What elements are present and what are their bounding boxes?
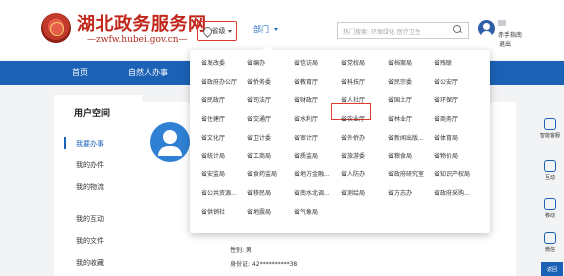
dept-menu-item[interactable]: 省体育局 xyxy=(434,133,458,142)
dept-menu-item[interactable]: 省工商局 xyxy=(247,151,271,160)
user-name-redacted xyxy=(498,20,506,26)
wechat-icon xyxy=(544,232,556,244)
dept-menu-item[interactable]: 省供销社 xyxy=(201,207,225,216)
dept-menu-item[interactable]: 省民政厅 xyxy=(201,95,225,104)
dept-menu-item[interactable]: 省测绘局 xyxy=(341,188,365,197)
dept-menu-item[interactable]: 省民宗委 xyxy=(388,77,412,86)
dept-menu-item[interactable]: 省统计局 xyxy=(201,151,225,160)
dept-menu-item[interactable]: 省财政厅 xyxy=(294,95,318,104)
logo-emblem-icon[interactable] xyxy=(41,13,71,43)
dept-menu-item[interactable]: 省教育厅 xyxy=(294,77,318,86)
dept-menu-item[interactable]: 省政府采购... xyxy=(434,188,470,197)
dept-menu-item[interactable]: 省信访局 xyxy=(294,58,318,67)
location-selector-button[interactable]: 省级 xyxy=(197,21,237,41)
dept-selector-button[interactable]: 部门 xyxy=(253,24,278,35)
dept-menu-item[interactable]: 省地震局 xyxy=(247,207,271,216)
dept-menu-item[interactable]: 省环保厅 xyxy=(434,95,458,104)
dept-menu-item[interactable]: 省安监局 xyxy=(201,169,225,178)
tool-mobile[interactable]: 移动 xyxy=(539,198,561,219)
dept-label: 部门 xyxy=(253,25,269,34)
profile-avatar-icon xyxy=(150,122,190,162)
dept-menu-item[interactable]: 省政府办公厅 xyxy=(201,77,237,86)
dept-menu-item[interactable]: 省食药监局 xyxy=(247,169,277,178)
dept-menu-item[interactable]: 省气象局 xyxy=(294,207,318,216)
user-guide-link[interactable]: 赤手指南 xyxy=(498,30,522,39)
dept-menu-item[interactable]: 省侨务委 xyxy=(247,77,271,86)
profile-gender: 性别: 男 xyxy=(230,247,252,254)
dept-menu-item[interactable]: 省党校局 xyxy=(341,58,365,67)
dept-menu-item[interactable]: 省水利厅 xyxy=(294,114,318,123)
dept-menu-item[interactable]: 省住建厅 xyxy=(201,114,225,123)
search-input[interactable]: 热门搜索: 环保绿化 医疗卫生 xyxy=(337,22,469,39)
dept-menu-item[interactable]: 省政府研究室 xyxy=(388,169,424,178)
dept-menu-item[interactable]: 省公共资源... xyxy=(201,188,237,197)
sidebar-title: 用户空间 xyxy=(74,109,111,119)
user-space-sidebar: 用户空间 我要办事 我的办件 我的物流 我的互动 我的文件 我的收藏 xyxy=(54,95,142,276)
dept-menu-item[interactable]: 省司法厅 xyxy=(247,95,271,104)
profile-id-number: 身份证: 42**********38 xyxy=(230,261,298,268)
sidebar-item-files[interactable]: 我的文件 xyxy=(76,236,104,246)
sidebar-item-interaction[interactable]: 我的互动 xyxy=(76,214,104,224)
dept-menu-item[interactable]: 省外侨办 xyxy=(341,133,365,142)
dept-menu-item[interactable]: 省发改委 xyxy=(201,58,225,67)
dept-menu-item[interactable]: 省地方金融... xyxy=(294,169,330,178)
tool-interaction[interactable]: 互动 xyxy=(539,160,561,181)
dept-menu-item[interactable]: 省人防办 xyxy=(341,169,365,178)
location-pin-icon xyxy=(203,27,210,36)
dept-menu-item[interactable]: 省林业厅 xyxy=(388,114,412,123)
location-label: 省级 xyxy=(211,27,226,35)
dept-menu-item[interactable]: 省文化厅 xyxy=(201,133,225,142)
dept-menu-item[interactable]: 省编办 xyxy=(247,58,265,67)
comment-icon xyxy=(544,160,556,172)
sidebar-item-logistics[interactable]: 我的物流 xyxy=(76,182,104,192)
back-to-top-button[interactable]: 返回 xyxy=(541,262,563,276)
user-avatar-icon[interactable] xyxy=(478,20,495,37)
dept-menu-item[interactable]: 省审计厅 xyxy=(294,133,318,142)
dept-menu-item[interactable]: 省残联 xyxy=(434,58,452,67)
dept-menu-item[interactable]: 省南水北调... xyxy=(294,188,330,197)
dept-menu-item[interactable]: 省科技厅 xyxy=(341,77,365,86)
dept-menu-item[interactable]: 省质监局 xyxy=(294,151,318,160)
sidebar-item-favorites[interactable]: 我的收藏 xyxy=(76,258,104,268)
dept-menu-item[interactable]: 省卫计委 xyxy=(247,133,271,142)
caret-down-icon xyxy=(227,29,232,33)
tool-wechat[interactable]: 微信 xyxy=(539,232,561,253)
nav-item-home[interactable]: 首页 xyxy=(72,67,88,78)
dept-menu-item[interactable]: 省旅游委 xyxy=(341,151,365,160)
nav-item-individual[interactable]: 自然人办事 xyxy=(128,67,168,78)
dept-menu-item[interactable]: 省商务厅 xyxy=(434,114,458,123)
dept-menu-item[interactable]: 省农业厅 xyxy=(341,114,365,123)
dept-menu-item[interactable]: 省国土厅 xyxy=(388,95,412,104)
dept-menu-item[interactable]: 省物价局 xyxy=(434,151,458,160)
sidebar-active-indicator xyxy=(64,137,66,149)
tool-smart-service[interactable]: 智能客服 xyxy=(539,118,561,139)
chat-icon xyxy=(544,118,556,130)
search-icon[interactable] xyxy=(453,25,462,34)
logout-link[interactable]: 退出 xyxy=(499,39,511,48)
dept-menu-item[interactable]: 省方志办 xyxy=(388,188,412,197)
dept-menu-item[interactable]: 省档案局 xyxy=(388,58,412,67)
dept-menu-item[interactable]: 省知识产权局 xyxy=(434,169,470,178)
caret-down-icon xyxy=(274,28,278,31)
dept-menu-item[interactable]: 省公安厅 xyxy=(434,77,458,86)
dept-menu-item[interactable]: 省交通厅 xyxy=(247,114,271,123)
dept-menu-item[interactable]: 省粮食局 xyxy=(388,151,412,160)
sidebar-item-cases[interactable]: 我的办件 xyxy=(76,160,104,170)
dept-dropdown-menu: 省发改委 省编办 省信访局 省党校局 省档案局 省残联省政府办公厅 省侨务委 省教育厅 省科技厅… xyxy=(190,45,490,233)
site-title[interactable]: 湖北政务服务网 xyxy=(77,10,207,36)
dept-menu-item[interactable]: 省移民局 xyxy=(247,188,271,197)
dept-menu-item[interactable]: 省人社厅 xyxy=(341,95,365,104)
phone-icon xyxy=(544,198,556,210)
site-url: —zwfw.hubei.gov.cn— xyxy=(87,35,188,45)
dept-menu-item[interactable]: 省新闻出版... xyxy=(388,133,424,142)
sidebar-item-todo[interactable]: 我要办事 xyxy=(76,139,104,149)
